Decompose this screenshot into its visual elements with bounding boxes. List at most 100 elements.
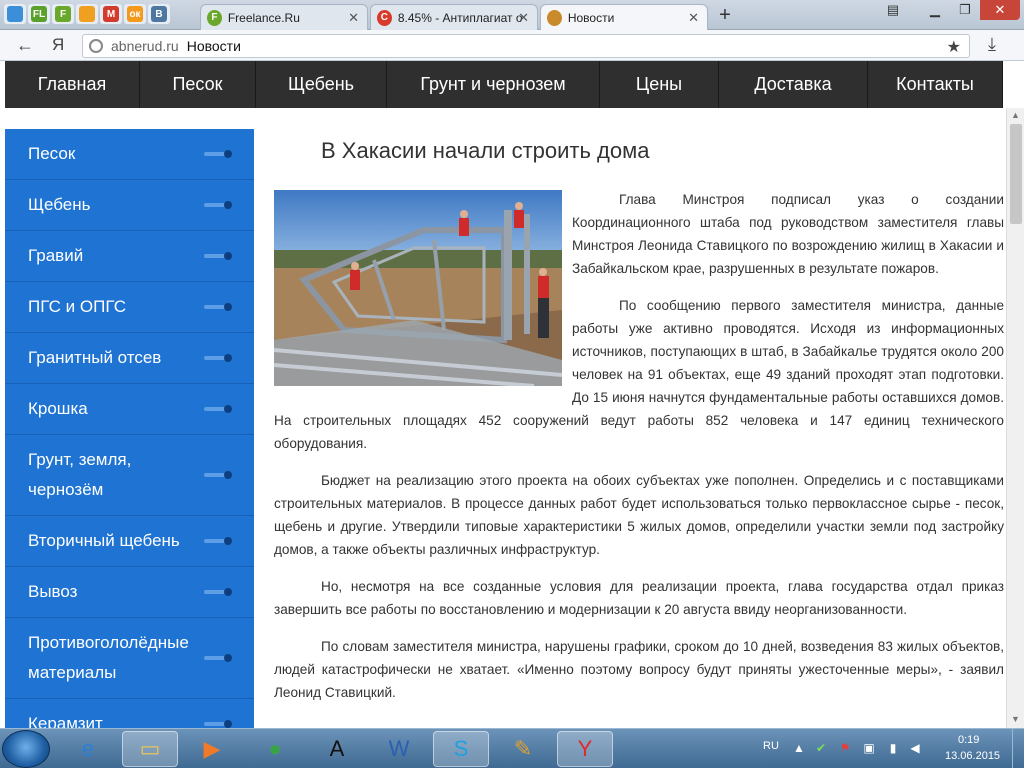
sidebar-item[interactable]: Гранитный отсев [5, 333, 254, 384]
url-input[interactable]: abnerud.ru Новости ★ [82, 34, 970, 58]
pinned-tab[interactable] [4, 4, 26, 24]
toggle-icon [204, 654, 232, 662]
toggle-icon [204, 252, 232, 260]
close-window-button[interactable]: ✕ [980, 0, 1020, 20]
browser-tab-bar: FL F Mок В F Freelance.Ru ✕ C 8.45% - Антиплаги… [0, 0, 1024, 30]
media-player-icon[interactable]: ▶ [184, 731, 240, 767]
browser-tab[interactable]: Новости ✕ [540, 4, 708, 30]
toggle-icon [204, 303, 232, 311]
pinned-tab[interactable]: M [100, 4, 122, 24]
sidebar-item[interactable]: Грунт, земля, чернозём [5, 435, 254, 516]
yandex-browser-icon[interactable]: Y [557, 731, 613, 767]
start-button[interactable] [2, 730, 50, 768]
pinned-tab[interactable]: F [52, 4, 74, 24]
bookmark-star-icon[interactable]: ★ [947, 37, 961, 57]
pinned-tab[interactable]: FL [28, 4, 50, 24]
sidebar-item[interactable]: ПГС и ОПГС [5, 282, 254, 333]
topnav-item-prices[interactable]: Цены [600, 61, 719, 108]
topnav-item-contacts[interactable]: Контакты [868, 61, 1003, 108]
page-scrollbar[interactable]: ▲ ▼ [1006, 108, 1024, 728]
pinned-tab[interactable] [76, 4, 98, 24]
sidebar-item-label: Грунт, земля, чернозём [28, 450, 132, 499]
sidebar-item[interactable]: Керамзит [5, 699, 254, 729]
scroll-up-icon[interactable]: ▲ [1011, 110, 1020, 120]
language-indicator[interactable]: RU [763, 740, 779, 752]
scroll-thumb[interactable] [1010, 124, 1022, 224]
article-paragraph: Бюджет на реализацию этого проекта на об… [274, 473, 1004, 557]
sidebar-item[interactable]: Песок [5, 129, 254, 180]
target-icon [79, 6, 95, 22]
topnav-item-gravel[interactable]: Щебень [256, 61, 387, 108]
url-domain: abnerud.ru [111, 38, 179, 54]
tab-title: Freelance.Ru [227, 10, 300, 25]
yandex-logo-icon[interactable]: Я [52, 35, 64, 55]
topnav-item-sand[interactable]: Песок [140, 61, 256, 108]
connection-icon[interactable] [89, 39, 103, 53]
article-paragraph: По словам заместителя министра, нарушены… [274, 639, 1004, 700]
tab-list-icon[interactable]: ▤ [880, 0, 906, 20]
sidebar-item-label: Гранитный отсев [28, 348, 162, 367]
sidebar-item-label: Вывоз [28, 582, 78, 601]
topnav-item-soil[interactable]: Грунт и чернозем [387, 61, 600, 108]
vk-icon: В [151, 6, 167, 22]
article-paragraph: Но, несмотря на все созданные условия дл… [274, 579, 1004, 617]
back-arrow-icon[interactable]: ← [16, 35, 34, 56]
scroll-down-icon[interactable]: ▼ [1011, 714, 1020, 724]
article-body: Глава Минстроя подписал указ о создании … [274, 188, 1004, 718]
volume-icon[interactable]: ◀ [908, 741, 922, 755]
odnoklassniki-icon: ок [127, 6, 143, 22]
tray-flag-icon[interactable]: ⚑ [838, 741, 852, 755]
topnav-item-delivery[interactable]: Доставка [719, 61, 868, 108]
site-top-nav: Главная Песок Щебень Грунт и чернозем Цены До… [5, 61, 1003, 108]
file-explorer-icon[interactable]: ▭ [122, 731, 178, 767]
paint-icon[interactable]: ✎ [495, 731, 551, 767]
restore-button[interactable]: ❐ [952, 0, 978, 20]
tray-check-icon[interactable]: ✔ [814, 741, 828, 755]
tray-device-icon[interactable]: ▣ [862, 741, 876, 755]
network-signal-icon[interactable]: ▮ [886, 741, 900, 755]
browser-tab[interactable]: C 8.45% - Антиплагиат о ✕ [370, 4, 538, 30]
tray-expand-icon[interactable]: ▲ [792, 741, 806, 755]
sidebar-item[interactable]: Гравий [5, 231, 254, 282]
sidebar-item-label: Вторичный щебень [28, 531, 180, 550]
sidebar-item-label: Противогололёдные материалы [28, 633, 189, 682]
clock-time[interactable]: 0:19 [958, 734, 979, 746]
font-viewer-icon[interactable]: A [309, 731, 365, 767]
address-bar: ← Я abnerud.ru Новости ★ [0, 30, 1024, 61]
sidebar-item-label: Керамзит [28, 714, 103, 729]
tab-close-icon[interactable]: ✕ [348, 10, 359, 26]
freelance-f-icon: F [207, 9, 222, 26]
tab-title: 8.45% - Антиплагиат о [397, 10, 523, 25]
word-icon[interactable]: W [371, 731, 427, 767]
toggle-icon [204, 201, 232, 209]
sidebar-item[interactable]: Противогололёдные материалы [5, 618, 254, 699]
skype-icon[interactable]: S [433, 731, 489, 767]
sidebar-item[interactable]: Щебень [5, 180, 254, 231]
sidebar-item[interactable]: Вывоз [5, 567, 254, 618]
antiplagiat-icon: C [377, 9, 392, 26]
topnav-item-home[interactable]: Главная [5, 61, 140, 108]
category-sidebar: Песок Щебень Гравий ПГС и ОПГС Гранитный отс… [5, 129, 254, 729]
freelance-f-icon: F [55, 6, 71, 22]
tab-close-icon[interactable]: ✕ [688, 10, 699, 26]
sidebar-item-label: Щебень [28, 195, 91, 214]
sidebar-item[interactable]: Крошка [5, 384, 254, 435]
box-icon [547, 9, 562, 26]
toggle-icon [204, 405, 232, 413]
browser-tab[interactable]: F Freelance.Ru ✕ [200, 4, 368, 30]
chrome-icon[interactable]: ● [247, 731, 303, 767]
sidebar-item-label: ПГС и ОПГС [28, 297, 127, 316]
show-desktop-button[interactable] [1012, 729, 1024, 768]
new-tab-button[interactable]: + [713, 4, 737, 26]
clock-date[interactable]: 13.06.2015 [945, 750, 1000, 762]
gmail-icon: M [103, 6, 119, 22]
tab-close-icon[interactable]: ✕ [518, 10, 529, 26]
download-icon[interactable]: ⤓ [988, 34, 996, 55]
sidebar-item-label: Гравий [28, 246, 84, 265]
internet-explorer-icon[interactable]: e [60, 731, 116, 767]
pinned-tab[interactable]: ок [124, 4, 146, 24]
sidebar-item[interactable]: Вторичный щебень [5, 516, 254, 567]
pinned-tab[interactable]: В [148, 4, 170, 24]
sidebar-item-label: Песок [28, 144, 76, 163]
minimize-button[interactable]: ▁ [920, 0, 950, 20]
